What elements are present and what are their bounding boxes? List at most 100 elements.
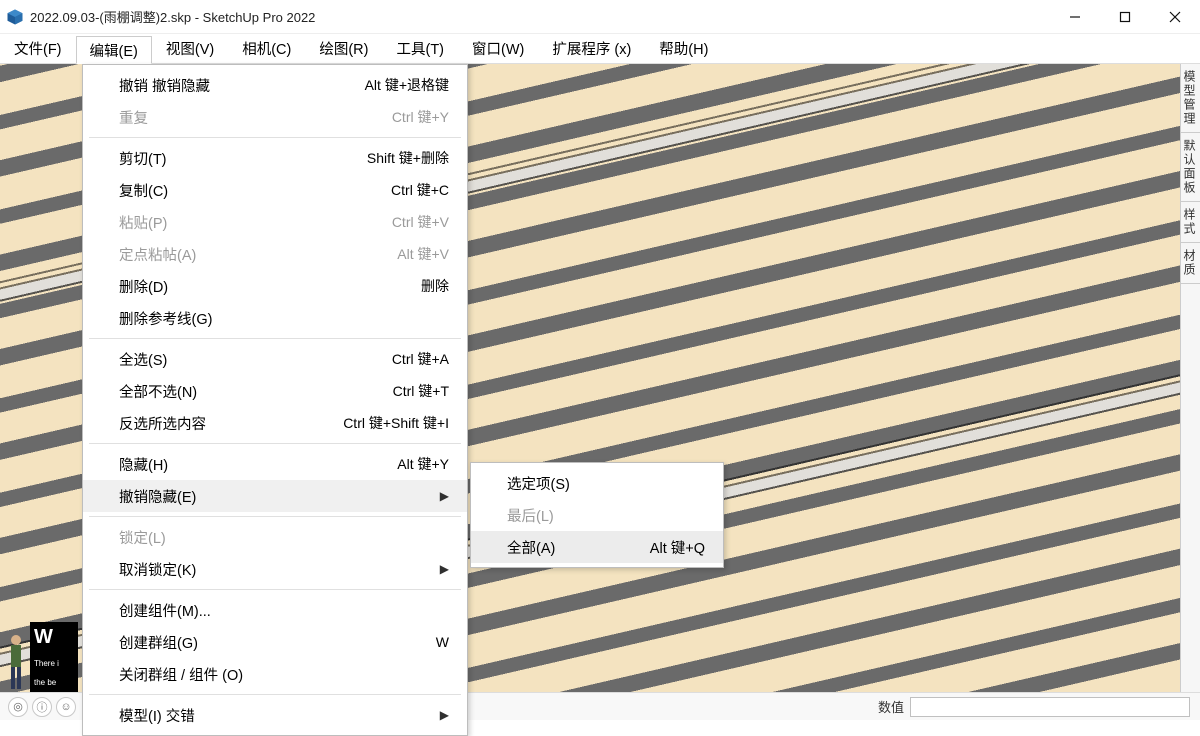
menubar-item[interactable]: 绘图(R) [305,34,382,63]
submenu-item-label: 全部(A) [507,537,555,558]
submenu-item-label: 最后(L) [507,505,554,526]
menubar-item[interactable]: 扩展程序 (x) [538,34,645,63]
menu-item-label: 删除(D) [119,276,168,297]
instructor-board-line1: There i [34,660,74,669]
chevron-right-icon: ▶ [440,562,449,576]
menu-item[interactable]: 剪切(T) Shift 键+删除 [83,142,467,174]
window-close-button[interactable] [1150,0,1200,34]
menu-item-shortcut: Ctrl 键+C [391,180,449,200]
menu-item-label: 全选(S) [119,349,167,370]
chevron-right-icon: ▶ [440,489,449,503]
menu-item-label: 创建组件(M)... [119,600,211,621]
menu-item[interactable]: 创建群组(G) W [83,626,467,658]
menu-item[interactable]: 创建组件(M)... [83,594,467,626]
instructor-thumbnail: W There i the be [2,616,78,692]
menu-separator [89,137,461,138]
menu-item-shortcut: Ctrl 键+T [393,381,449,401]
menu-item[interactable]: 撤销隐藏(E) ▶ [83,480,467,512]
menu-item[interactable]: 模型(I) 交错▶ [83,699,467,731]
menu-item-label: 模型(I) 交错 [119,705,195,726]
instructor-board: W There i the be [30,622,78,692]
geolocation-icon[interactable]: ◎ [8,697,28,717]
window-titlebar: 2022.09.03-(雨棚调整)2.skp - SketchUp Pro 20… [0,0,1200,34]
menubar-item[interactable]: 工具(T) [382,34,458,63]
instructor-board-line2: the be [34,679,74,688]
menu-item-label: 复制(C) [119,180,168,201]
measurements-field[interactable] [910,697,1190,717]
menu-item-shortcut: Shift 键+删除 [367,148,449,168]
menu-item-shortcut: Ctrl 键+Shift 键+I [343,413,449,433]
menu-item-shortcut: Ctrl 键+Y [392,107,449,127]
credits-icon[interactable]: ⓘ [32,697,52,717]
menubar-item[interactable]: 相机(C) [228,34,305,63]
menu-item[interactable]: 取消锁定(K) ▶ [83,553,467,585]
menu-item-label: 关闭群组 / 组件 (O) [119,664,243,685]
signin-icon[interactable]: ☺ [56,697,76,717]
menu-item-shortcut: Alt 键+Y [397,454,449,474]
tray-tab[interactable]: 材质 [1181,243,1200,284]
menu-item[interactable]: 删除(D) 删除 [83,270,467,302]
menu-item-label: 反选所选内容 [119,413,206,434]
submenu-item-label: 选定项(S) [507,473,570,494]
menu-separator [89,694,461,695]
menubar-item[interactable]: 帮助(H) [645,34,722,63]
window-title: 2022.09.03-(雨棚调整)2.skp - SketchUp Pro 20… [30,7,315,26]
edit-menu-dropdown: 撤销 撤销隐藏 Alt 键+退格键重复 Ctrl 键+Y 剪切(T) Shift 键+删… [82,64,468,736]
menu-item: 定点粘帖(A) Alt 键+V [83,238,467,270]
menu-item[interactable]: 反选所选内容 Ctrl 键+Shift 键+I [83,407,467,439]
submenu-item: 最后(L) [471,499,723,531]
window-maximize-button[interactable] [1100,0,1150,34]
menu-separator [89,589,461,590]
menu-item-shortcut: Ctrl 键+A [392,349,449,369]
menu-item-label: 定点粘帖(A) [119,244,196,265]
menu-item[interactable]: 关闭群组 / 组件 (O) [83,658,467,690]
menubar-item[interactable]: 窗口(W) [458,34,538,63]
menu-item[interactable]: 撤销 撤销隐藏 Alt 键+退格键 [83,69,467,101]
menubar: 文件(F)编辑(E)视图(V)相机(C)绘图(R)工具(T)窗口(W)扩展程序 … [0,34,1200,64]
menu-item: 重复 Ctrl 键+Y [83,101,467,133]
menubar-item[interactable]: 编辑(E) [76,36,152,64]
menu-item-label: 删除参考线(G) [119,308,212,329]
measurements-box: 数值 [878,697,1200,717]
menu-item-shortcut: Alt 键+V [397,244,449,264]
menu-item-shortcut: Alt 键+退格键 [365,75,449,95]
menu-item[interactable]: 复制(C) Ctrl 键+C [83,174,467,206]
menu-item-shortcut: Ctrl 键+V [392,212,449,232]
submenu-item-shortcut: Alt 键+Q [650,537,705,558]
person-icon [2,632,30,692]
statusbar-icons: ◎ ⓘ ☺ [0,697,84,717]
instructor-board-big: W [34,626,74,649]
menu-item-shortcut: 删除 [421,276,449,296]
menu-separator [89,443,461,444]
menu-item[interactable]: 全部不选(N) Ctrl 键+T [83,375,467,407]
menu-item-label: 撤销隐藏(E) [119,486,196,507]
menu-item-label: 剪切(T) [119,148,167,169]
menu-item[interactable]: 删除参考线(G) [83,302,467,334]
right-tray: 模型管理默认面板样式材质 [1180,64,1200,692]
submenu-item[interactable]: 选定项(S) [471,467,723,499]
menubar-item[interactable]: 视图(V) [152,34,228,63]
tray-tab[interactable]: 模型管理 [1181,64,1200,133]
menu-separator [89,338,461,339]
menu-item: 粘贴(P) Ctrl 键+V [83,206,467,238]
menu-item-label: 撤销 撤销隐藏 [119,75,210,96]
menu-separator [89,516,461,517]
menu-item: 锁定(L) [83,521,467,553]
tray-tab[interactable]: 默认面板 [1181,133,1200,202]
menu-item-label: 创建群组(G) [119,632,198,653]
menu-item-label: 取消锁定(K) [119,559,196,580]
submenu-item[interactable]: 全部(A) Alt 键+Q [471,531,723,563]
menu-item-label: 重复 [119,107,148,128]
tray-tab[interactable]: 样式 [1181,202,1200,243]
window-minimize-button[interactable] [1050,0,1100,34]
menu-item-shortcut: W [436,634,449,650]
measurements-label: 数值 [878,697,904,716]
menu-item-label: 粘贴(P) [119,212,167,233]
menubar-item[interactable]: 文件(F) [0,34,76,63]
menu-item-label: 全部不选(N) [119,381,197,402]
unhide-submenu: 选定项(S) 最后(L) 全部(A) Alt 键+Q [470,462,724,568]
menu-item-label: 锁定(L) [119,527,166,548]
menu-item[interactable]: 隐藏(H) Alt 键+Y [83,448,467,480]
menu-item-label: 隐藏(H) [119,454,168,475]
menu-item[interactable]: 全选(S) Ctrl 键+A [83,343,467,375]
